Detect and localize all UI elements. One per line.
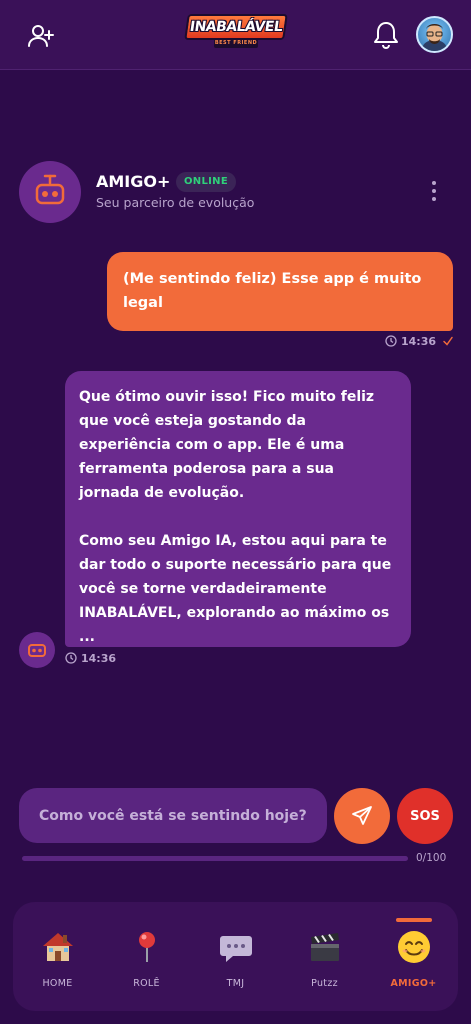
- bot-message-paragraph: Como seu Amigo IA, estou aqui para te da…: [79, 533, 392, 645]
- smiley-icon: [398, 931, 430, 963]
- nav-item-home[interactable]: HOME: [13, 902, 102, 1011]
- bot-name: AMIGO+: [96, 172, 171, 191]
- avatar-portrait-icon: [422, 24, 447, 51]
- nav-item-amigo[interactable]: AMIGO+: [369, 902, 458, 1011]
- nav-label: ROLÊ: [133, 978, 160, 989]
- user-message-bubble: (Me sentindo feliz) Esse app é muito leg…: [107, 252, 453, 331]
- bot-message-avatar: [19, 632, 55, 668]
- active-indicator: [396, 918, 432, 922]
- app-logo: INABALÁVEL BEST FRIEND: [184, 12, 288, 52]
- status-badge: ONLINE: [176, 172, 236, 192]
- nav-label: Putzz: [311, 978, 338, 989]
- user-message-time: 14:36: [401, 335, 437, 348]
- send-icon: [352, 806, 372, 825]
- clapper-icon: [311, 933, 339, 961]
- nav-label: HOME: [42, 978, 73, 989]
- nav-item-role[interactable]: ROLÊ: [102, 902, 191, 1011]
- check-icon: [443, 336, 453, 346]
- bot-message-paragraph: Que ótimo ouvir isso! Fico muito feliz q…: [79, 389, 375, 501]
- nav-label: TMJ: [226, 978, 245, 989]
- bot-message-bubble: Que ótimo ouvir isso! Fico muito feliz q…: [65, 371, 411, 647]
- bot-message-meta: 14:36: [65, 652, 116, 665]
- house-icon: [43, 933, 73, 961]
- bot-subtitle: Seu parceiro de evolução: [96, 195, 255, 210]
- chat-bubble-icon: [220, 936, 252, 962]
- robot-icon: [28, 644, 46, 657]
- logo-tagline: BEST FRIEND: [214, 39, 258, 48]
- clock-icon: [385, 335, 397, 347]
- bottom-nav: HOME ROLÊ TMJ Putzz AMIGO+: [13, 902, 458, 1011]
- clock-icon: [65, 652, 77, 664]
- nav-item-putzz[interactable]: Putzz: [280, 902, 369, 1011]
- notification-bell-icon[interactable]: [372, 20, 400, 50]
- send-button[interactable]: [334, 788, 390, 844]
- user-message-meta: 14:36: [385, 335, 454, 349]
- char-count: 0/100: [416, 852, 447, 864]
- logo-wordmark: INABALÁVEL: [184, 14, 288, 40]
- app-header: INABALÁVEL BEST FRIEND: [0, 0, 471, 70]
- more-options-icon[interactable]: [430, 180, 438, 202]
- bot-message-time: 14:36: [81, 652, 117, 665]
- add-friend-icon[interactable]: [27, 22, 55, 50]
- nav-item-tmj[interactable]: TMJ: [191, 902, 280, 1011]
- message-input[interactable]: [19, 788, 327, 843]
- bot-avatar: [19, 161, 81, 223]
- user-avatar[interactable]: [416, 16, 453, 53]
- pin-icon: [139, 932, 155, 962]
- nav-label: AMIGO+: [390, 978, 437, 989]
- sos-button[interactable]: SOS: [397, 788, 453, 844]
- user-message-text: (Me sentindo feliz) Esse app é muito leg…: [123, 271, 422, 311]
- char-progress-track: [22, 856, 408, 861]
- robot-icon: [35, 174, 65, 205]
